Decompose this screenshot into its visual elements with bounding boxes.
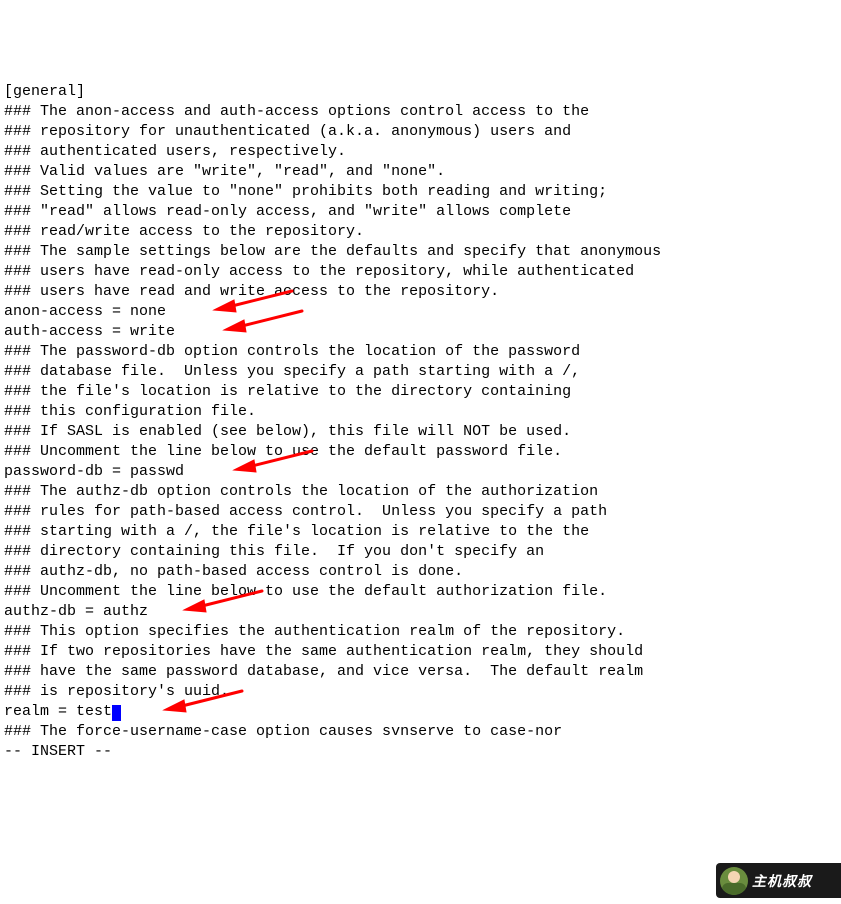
editor-line: ### authenticated users, respectively. <box>4 142 837 162</box>
editor-line: ### This option specifies the authentica… <box>4 622 837 642</box>
editor-line: ### users have read and write access to … <box>4 282 837 302</box>
editor-line: ### The force-username-case option cause… <box>4 722 837 742</box>
editor-line: ### starting with a /, the file's locati… <box>4 522 837 542</box>
editor-line: authz-db = authz <box>4 602 837 622</box>
editor-line: realm = test <box>4 702 837 722</box>
editor-line: ### this configuration file. <box>4 402 837 422</box>
editor-line: auth-access = write <box>4 322 837 342</box>
editor-line: ### The authz-db option controls the loc… <box>4 482 837 502</box>
editor-line: ### If SASL is enabled (see below), this… <box>4 422 837 442</box>
terminal-editor[interactable]: [general]### The anon-access and auth-ac… <box>4 82 837 762</box>
editor-line: ### Setting the value to "none" prohibit… <box>4 182 837 202</box>
editor-line: -- INSERT -- <box>4 742 837 762</box>
cursor <box>112 705 121 721</box>
editor-line: ### have the same password database, and… <box>4 662 837 682</box>
editor-line: ### authz-db, no path-based access contr… <box>4 562 837 582</box>
editor-line: ### is repository's uuid. <box>4 682 837 702</box>
editor-line: ### Uncomment the line below to use the … <box>4 582 837 602</box>
editor-line: ### read/write access to the repository. <box>4 222 837 242</box>
watermark-badge: 主机叔叔 <box>716 863 841 898</box>
editor-line: ### rules for path-based access control.… <box>4 502 837 522</box>
watermark-text: 主机叔叔 <box>752 871 812 891</box>
editor-line: ### repository for unauthenticated (a.k.… <box>4 122 837 142</box>
editor-line: ### If two repositories have the same au… <box>4 642 837 662</box>
editor-line: anon-access = none <box>4 302 837 322</box>
editor-line: ### Uncomment the line below to use the … <box>4 442 837 462</box>
editor-line: ### The password-db option controls the … <box>4 342 837 362</box>
editor-line: [general] <box>4 82 837 102</box>
editor-line: ### The anon-access and auth-access opti… <box>4 102 837 122</box>
avatar-icon <box>720 867 748 895</box>
editor-line: password-db = passwd <box>4 462 837 482</box>
editor-line: ### "read" allows read-only access, and … <box>4 202 837 222</box>
editor-line: ### database file. Unless you specify a … <box>4 362 837 382</box>
editor-line: ### the file's location is relative to t… <box>4 382 837 402</box>
editor-line: ### directory containing this file. If y… <box>4 542 837 562</box>
editor-line: ### Valid values are "write", "read", an… <box>4 162 837 182</box>
editor-line: ### The sample settings below are the de… <box>4 242 837 262</box>
editor-line: ### users have read-only access to the r… <box>4 262 837 282</box>
